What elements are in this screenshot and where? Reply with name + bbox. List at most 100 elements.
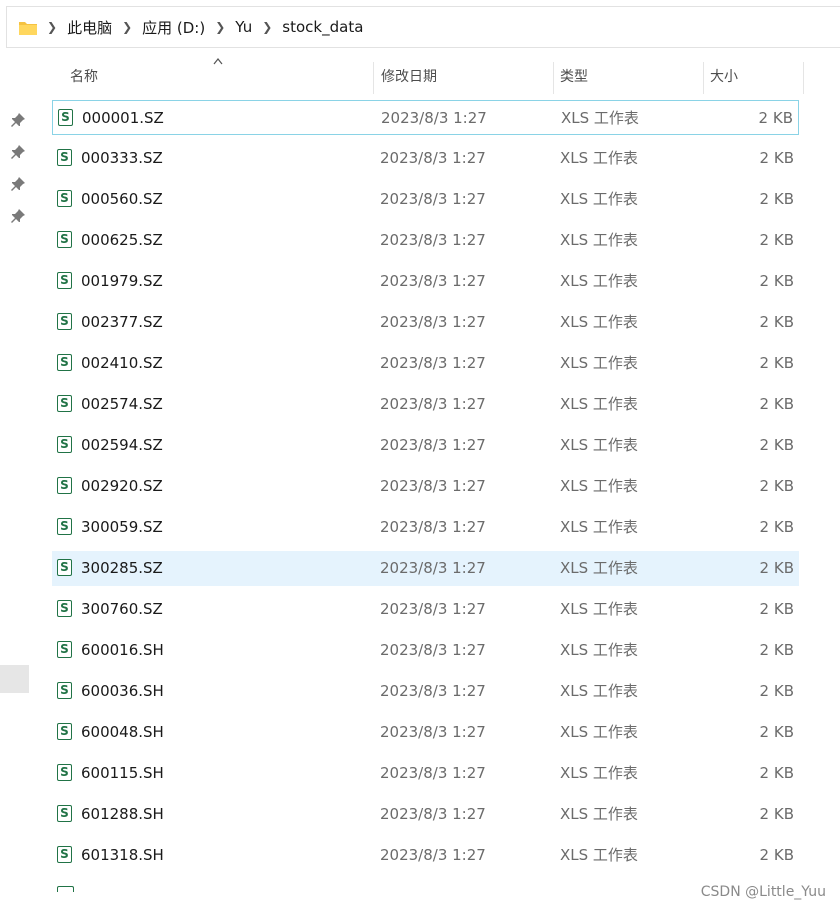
table-row[interactable]: S 300285.SZ 2023/8/3 1:27 XLS 工作表 2 KB (52, 551, 799, 586)
file-size: 2 KB (759, 313, 794, 331)
file-name: 000333.SZ (81, 149, 163, 167)
file-name: 002594.SZ (81, 436, 163, 454)
file-type: XLS 工作表 (560, 846, 638, 864)
table-row[interactable]: S 300760.SZ 2023/8/3 1:27 XLS 工作表 2 KB (52, 592, 799, 627)
table-row[interactable]: S 600036.SH 2023/8/3 1:27 XLS 工作表 2 KB (52, 674, 799, 709)
xls-spreadsheet-icon: S (57, 641, 72, 658)
table-row[interactable]: S 002377.SZ 2023/8/3 1:27 XLS 工作表 2 KB (52, 305, 799, 340)
table-row[interactable]: S 000625.SZ 2023/8/3 1:27 XLS 工作表 2 KB (52, 223, 799, 258)
table-row[interactable]: S 600115.SH 2023/8/3 1:27 XLS 工作表 2 KB (52, 756, 799, 791)
file-name: 002574.SZ (81, 395, 163, 413)
file-size: 2 KB (759, 272, 794, 290)
xls-spreadsheet-icon: S (57, 149, 72, 166)
file-size: 2 KB (759, 190, 794, 208)
file-name: 000001.SZ (82, 109, 164, 127)
column-header-size[interactable]: 大小 (710, 60, 738, 94)
xls-spreadsheet-icon: S (57, 231, 72, 248)
pin-icon[interactable] (10, 208, 26, 224)
file-size: 2 KB (759, 436, 794, 454)
breadcrumb-item-this-pc[interactable]: 此电脑 (67, 17, 112, 38)
table-row[interactable]: S 300059.SZ 2023/8/3 1:27 XLS 工作表 2 KB (52, 510, 799, 545)
table-row[interactable]: S 002574.SZ 2023/8/3 1:27 XLS 工作表 2 KB (52, 387, 799, 422)
file-size: 2 KB (759, 231, 794, 249)
file-size: 2 KB (758, 109, 793, 127)
xls-spreadsheet-icon (57, 886, 74, 892)
xls-spreadsheet-icon: S (57, 477, 72, 494)
file-name: 600036.SH (81, 682, 164, 700)
column-divider[interactable] (803, 62, 804, 94)
file-size: 2 KB (759, 477, 794, 495)
file-name: 600016.SH (81, 641, 164, 659)
table-row[interactable]: S 000001.SZ 2023/8/3 1:27 XLS 工作表 2 KB (52, 100, 799, 135)
navigation-selection-highlight[interactable] (0, 665, 29, 693)
pin-icon[interactable] (10, 144, 26, 160)
table-row[interactable]: S 002594.SZ 2023/8/3 1:27 XLS 工作表 2 KB (52, 428, 799, 463)
file-modified-date: 2023/8/3 1:27 (380, 436, 486, 454)
file-modified-date: 2023/8/3 1:27 (380, 313, 486, 331)
column-header-row: 名称 修改日期 类型 大小 (30, 58, 805, 94)
file-name: 600115.SH (81, 764, 164, 782)
table-row[interactable]: S 000560.SZ 2023/8/3 1:27 XLS 工作表 2 KB (52, 182, 799, 217)
sort-ascending-icon (213, 58, 223, 65)
xls-spreadsheet-icon: S (57, 805, 72, 822)
column-header-date[interactable]: 修改日期 (381, 60, 437, 94)
xls-spreadsheet-icon: S (57, 354, 72, 371)
xls-spreadsheet-icon: S (57, 723, 72, 740)
file-size: 2 KB (759, 600, 794, 618)
pin-icon[interactable] (10, 112, 26, 128)
file-type: XLS 工作表 (560, 272, 638, 290)
table-row[interactable]: S 601318.SH 2023/8/3 1:27 XLS 工作表 2 KB (52, 838, 799, 873)
file-name: 300059.SZ (81, 518, 163, 536)
file-modified-date: 2023/8/3 1:27 (380, 559, 486, 577)
xls-spreadsheet-icon: S (57, 682, 72, 699)
breadcrumb-item-drive-d[interactable]: 应用 (D:) (142, 17, 205, 38)
file-size: 2 KB (759, 764, 794, 782)
column-divider[interactable] (373, 62, 374, 94)
file-type: XLS 工作表 (560, 559, 638, 577)
table-row[interactable]: S 000333.SZ 2023/8/3 1:27 XLS 工作表 2 KB (52, 141, 799, 176)
file-modified-date: 2023/8/3 1:27 (380, 600, 486, 618)
file-modified-date: 2023/8/3 1:27 (380, 149, 486, 167)
file-modified-date: 2023/8/3 1:27 (380, 723, 486, 741)
column-header-name[interactable]: 名称 (70, 60, 98, 94)
file-modified-date: 2023/8/3 1:27 (381, 109, 487, 127)
xls-spreadsheet-icon: S (57, 559, 72, 576)
column-divider[interactable] (553, 62, 554, 94)
file-modified-date: 2023/8/3 1:27 (380, 272, 486, 290)
address-bar[interactable]: ❯ 此电脑 ❯ 应用 (D:) ❯ Yu ❯ stock_data (6, 6, 840, 48)
chevron-right-icon[interactable]: ❯ (47, 20, 57, 34)
file-type: XLS 工作表 (560, 231, 638, 249)
table-row[interactable]: S 600016.SH 2023/8/3 1:27 XLS 工作表 2 KB (52, 633, 799, 668)
chevron-right-icon[interactable]: ❯ (215, 20, 225, 34)
file-name: 001979.SZ (81, 272, 163, 290)
file-name: 601318.SH (81, 846, 164, 864)
chevron-right-icon[interactable]: ❯ (262, 20, 272, 34)
xls-spreadsheet-icon: S (57, 600, 72, 617)
file-type: XLS 工作表 (561, 109, 639, 127)
pin-icon[interactable] (10, 176, 26, 192)
xls-spreadsheet-icon: S (57, 313, 72, 330)
file-size: 2 KB (759, 559, 794, 577)
xls-spreadsheet-icon: S (57, 846, 72, 863)
chevron-right-icon[interactable]: ❯ (122, 20, 132, 34)
table-row[interactable]: S 600048.SH 2023/8/3 1:27 XLS 工作表 2 KB (52, 715, 799, 750)
xls-spreadsheet-icon: S (57, 518, 72, 535)
breadcrumb: ❯ 此电脑 ❯ 应用 (D:) ❯ Yu ❯ stock_data (47, 7, 363, 47)
xls-spreadsheet-icon: S (57, 395, 72, 412)
file-name: 000625.SZ (81, 231, 163, 249)
breadcrumb-item-yu[interactable]: Yu (235, 18, 252, 36)
column-divider[interactable] (703, 62, 704, 94)
column-header-type[interactable]: 类型 (560, 60, 588, 94)
breadcrumb-item-stock-data[interactable]: stock_data (282, 18, 363, 36)
file-size: 2 KB (759, 395, 794, 413)
table-row[interactable]: S 001979.SZ 2023/8/3 1:27 XLS 工作表 2 KB (52, 264, 799, 299)
table-row[interactable]: S 002410.SZ 2023/8/3 1:27 XLS 工作表 2 KB (52, 346, 799, 381)
table-row[interactable]: S 002920.SZ 2023/8/3 1:27 XLS 工作表 2 KB (52, 469, 799, 504)
file-name: 601288.SH (81, 805, 164, 823)
file-modified-date: 2023/8/3 1:27 (380, 805, 486, 823)
file-type: XLS 工作表 (560, 313, 638, 331)
table-row[interactable]: S 601288.SH 2023/8/3 1:27 XLS 工作表 2 KB (52, 797, 799, 832)
file-modified-date: 2023/8/3 1:27 (380, 190, 486, 208)
file-modified-date: 2023/8/3 1:27 (380, 846, 486, 864)
file-modified-date: 2023/8/3 1:27 (380, 231, 486, 249)
